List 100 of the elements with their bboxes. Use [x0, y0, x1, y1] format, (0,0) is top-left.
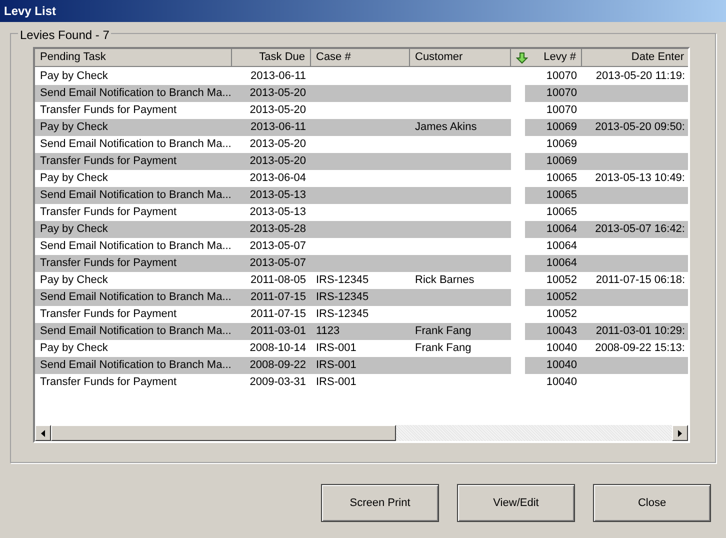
table-cell-text: IRS-12345	[316, 273, 369, 288]
table-cell-text: Pay by Check	[40, 341, 108, 356]
table-cell-text: 10052	[546, 307, 577, 322]
table-cell-text: Frank Fang	[415, 341, 472, 356]
down-arrow-icon	[516, 52, 528, 64]
table-row[interactable]: Send Email Notification to Branch Ma... 2008-09-22 IRS-001 10040	[35, 357, 688, 374]
table-cell-text: Pay by Check	[40, 273, 108, 288]
table-row[interactable]: Send Email Notification to Branch Ma... 2011-07-15 IRS-12345 10052	[35, 289, 688, 306]
table-row[interactable]: Pay by Check 2013-06-11 James Akins 10069 2013-05-20 09:50:	[35, 119, 688, 136]
table-cell-text: IRS-12345	[316, 290, 369, 306]
table-cell-text: 2011-03-01 10:29:	[596, 324, 685, 340]
table-row[interactable]: Send Email Notification to Branch Ma... 2011-03-01 1123 Frank Fang 10043 2011-03-01 10:29:	[35, 323, 688, 340]
column-header[interactable]: Levy #	[511, 49, 582, 67]
table-cell-text: 2011-07-15	[250, 290, 306, 306]
horizontal-scrollbar[interactable]	[35, 425, 688, 441]
table-cell-text: 2013-05-28	[250, 222, 306, 238]
table-cell-text: 2013-05-20	[250, 103, 306, 118]
table-cell-text: 10070	[546, 86, 577, 102]
table-cell-text: 2011-07-15	[250, 307, 306, 322]
table-cell-text: Frank Fang	[415, 324, 472, 340]
table-cell-text: Send Email Notification to Branch Ma...	[40, 358, 232, 374]
scroll-left-button[interactable]	[35, 425, 51, 441]
table-cell-text: Send Email Notification to Branch Ma...	[40, 324, 232, 340]
column-header[interactable]: Date Enter	[582, 49, 688, 67]
table-cell-text: Send Email Notification to Branch Ma...	[40, 86, 232, 102]
table-cell-text: 2013-05-20	[250, 137, 306, 152]
table-cell-text: 2013-05-20 11:19:	[596, 69, 685, 84]
table-cell-text: Rick Barnes	[415, 273, 474, 288]
table-cell-text: IRS-001	[316, 358, 356, 374]
column-header[interactable]: Customer	[410, 49, 511, 67]
table-cell-text: 2013-05-13 10:49:	[595, 171, 685, 186]
table-cell-text: 2013-06-11	[250, 120, 306, 136]
column-header[interactable]: Task Due	[232, 49, 311, 67]
table-cell-text: Pay by Check	[40, 120, 108, 136]
table-cell-text: 10064	[546, 256, 577, 272]
left-arrow-icon	[41, 430, 45, 436]
table-cell-text: 2013-05-13	[250, 188, 306, 204]
table-cell-text: Send Email Notification to Branch Ma...	[40, 290, 232, 306]
table-cell-text: 2013-05-13	[250, 205, 306, 220]
table-cell-text: 10064	[546, 222, 577, 238]
table-cell-text: 10040	[546, 341, 577, 356]
table-cell-text: 2011-08-05	[250, 273, 306, 288]
table-row[interactable]: Transfer Funds for Payment 2013-05-20 10069	[35, 153, 688, 170]
dialog-button[interactable]: View/Edit	[457, 484, 575, 522]
table-cell-text: Pay by Check	[40, 69, 108, 84]
table-cell-text: 2013-06-04	[250, 171, 306, 186]
table-row[interactable]: Send Email Notification to Branch Ma... 2013-05-13 10065	[35, 187, 688, 204]
table-cell-text: 10040	[546, 375, 577, 390]
table-cell-text: 2013-05-07 16:42:	[595, 222, 685, 238]
table-row[interactable]: Send Email Notification to Branch Ma... 2013-05-20 10070	[35, 85, 688, 102]
column-header[interactable]: Pending Task	[35, 49, 232, 67]
table-cell-text: IRS-001	[316, 375, 356, 390]
table-row[interactable]: Pay by Check 2013-05-28 10064 2013-05-07 16:42:	[35, 221, 688, 238]
table-cell-text: Pay by Check	[40, 171, 108, 186]
scroll-thumb[interactable]	[51, 425, 396, 441]
table-cell-text: Send Email Notification to Branch Ma...	[40, 137, 232, 152]
table-cell-text: 10052	[546, 290, 577, 306]
dialog-button[interactable]: Screen Print	[321, 484, 439, 522]
table-cell-text: Transfer Funds for Payment	[40, 256, 177, 272]
table-cell-text: 10040	[546, 358, 577, 374]
table-cell-text: 2013-05-20	[250, 154, 306, 170]
table-cell-text: 10064	[546, 239, 577, 254]
window-title: Levy List	[4, 3, 56, 20]
table-cell-text: 10065	[546, 205, 577, 220]
table-row[interactable]: Transfer Funds for Payment 2013-05-07 10064	[35, 255, 688, 272]
table-cell-text: 10070	[546, 103, 577, 118]
table-cell-text: Pay by Check	[40, 222, 108, 238]
table-cell-text: 1123	[316, 324, 340, 340]
table-cell-text: 10069	[546, 120, 577, 136]
column-header[interactable]: Case #	[311, 49, 410, 67]
dialog-button[interactable]: Close	[593, 484, 711, 522]
table-cell-text: Transfer Funds for Payment	[40, 103, 177, 118]
table-cell-text: IRS-12345	[316, 307, 369, 322]
table-cell-text: 2008-10-14	[250, 341, 306, 356]
table-cell-text: 10069	[546, 154, 577, 170]
table-cell-text: 10052	[546, 273, 577, 288]
table-cell-text: 2013-05-07	[250, 239, 306, 254]
table-cell-text: Transfer Funds for Payment	[40, 307, 177, 322]
table-cell-text: Transfer Funds for Payment	[40, 375, 177, 390]
table-cell-text: Send Email Notification to Branch Ma...	[40, 188, 232, 204]
table-cell-text: 10043	[546, 324, 577, 340]
table-cell-text: 2011-03-01	[250, 324, 306, 340]
table-cell-text: 2013-05-07	[250, 256, 306, 272]
table-cell-text: Transfer Funds for Payment	[40, 205, 177, 220]
table-cell-text: 2008-09-22 15:13:	[595, 341, 685, 356]
table-cell-text: 2009-03-31	[250, 375, 306, 390]
table-cell-text: 2013-05-20	[250, 86, 306, 102]
table-cell-text: Send Email Notification to Branch Ma...	[40, 239, 232, 254]
table-cell-text: 10065	[546, 171, 577, 186]
scroll-right-button[interactable]	[672, 425, 688, 441]
table-cell-text: 2013-05-20 09:50:	[595, 120, 685, 136]
right-arrow-icon	[678, 430, 682, 436]
table-cell-text: IRS-001	[316, 341, 356, 356]
table-cell-text: 2013-06-11	[250, 69, 306, 84]
table-cell-text: 2008-09-22	[250, 358, 306, 374]
table-cell-text: James Akins	[415, 120, 477, 136]
table-cell-text: 10065	[546, 188, 577, 204]
table-cell-text: Transfer Funds for Payment	[40, 154, 177, 170]
table-cell-text: 10070	[546, 69, 577, 84]
table-cell-text: 10069	[546, 137, 577, 152]
